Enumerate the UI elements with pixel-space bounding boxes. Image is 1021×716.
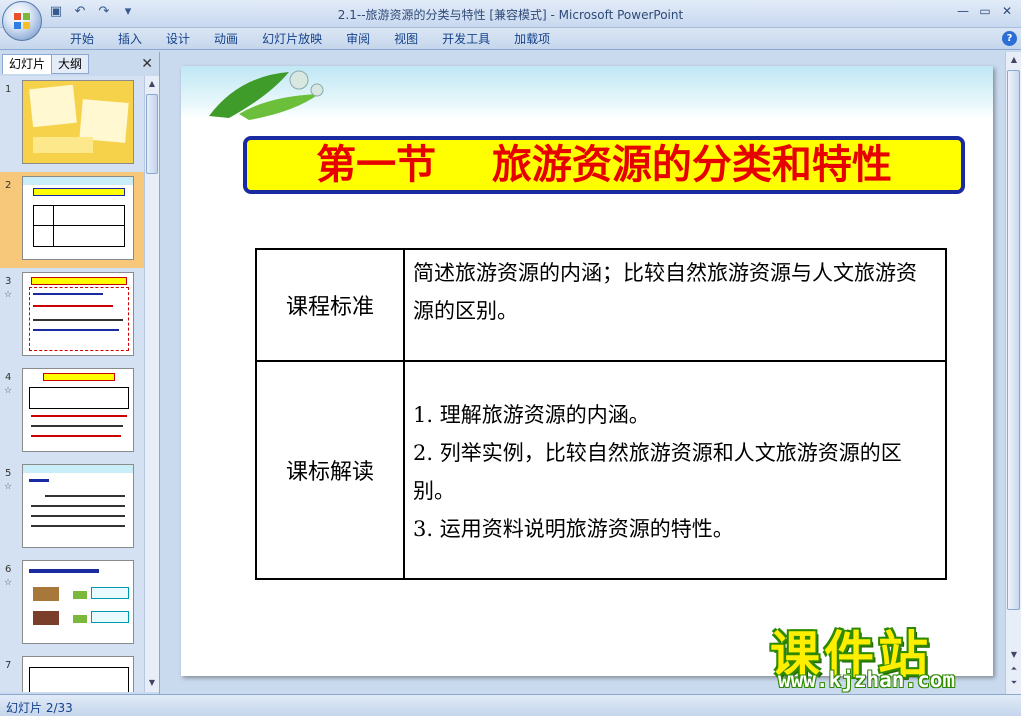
- help-icon[interactable]: ?: [1002, 31, 1017, 46]
- slide-number: 5: [5, 468, 12, 479]
- slide-preview: [22, 560, 134, 644]
- tab-slides[interactable]: 幻灯片: [2, 54, 53, 74]
- slide-thumbnail-3[interactable]: 3 ☆: [0, 268, 144, 364]
- scroll-thumb[interactable]: [146, 94, 158, 174]
- maximize-button[interactable]: ▭: [975, 2, 995, 20]
- slide-number: 4: [5, 372, 12, 383]
- slide-thumbnails: 1 2 3 ☆ 4 ☆ 5 ☆ 6 ☆ 7: [0, 76, 144, 692]
- table-cell-content: 简述旅游资源的内涵；比较自然旅游资源与人文旅游资源的区别。: [405, 250, 945, 362]
- slide-thumbnail-4[interactable]: 4 ☆: [0, 364, 144, 460]
- slide-thumbnail-6[interactable]: 6 ☆: [0, 556, 144, 652]
- slide-preview: [22, 176, 134, 260]
- office-logo-icon: [14, 13, 30, 29]
- tab-review[interactable]: 审阅: [334, 31, 382, 47]
- slide-preview: [22, 272, 134, 356]
- content-line: 1. 理解旅游资源的内涵。: [413, 403, 650, 427]
- close-icon[interactable]: ✕: [141, 56, 153, 72]
- slide-title-banner[interactable]: 第一节 旅游资源的分类和特性: [243, 136, 965, 194]
- ribbon-tabs: 开始 插入 设计 动画 幻灯片放映 审阅 视图 开发工具 加载项: [58, 31, 562, 47]
- scroll-down-icon[interactable]: ▼: [146, 676, 158, 690]
- minimize-button[interactable]: —: [953, 2, 973, 20]
- animation-star-icon: ☆: [4, 386, 13, 396]
- watermark-url: www.kjzhan.com: [778, 668, 956, 692]
- slide-editing-area: 第一节 旅游资源的分类和特性 课程标准 简述旅游资源的内涵；比较自然旅游资源与人…: [161, 52, 1005, 694]
- tab-home[interactable]: 开始: [58, 31, 106, 47]
- tab-view[interactable]: 视图: [382, 31, 430, 47]
- scroll-up-icon[interactable]: ▲: [146, 77, 158, 91]
- close-button[interactable]: ✕: [997, 2, 1017, 20]
- slide-thumbnail-5[interactable]: 5 ☆: [0, 460, 144, 556]
- slide-preview: [22, 656, 134, 692]
- tab-design[interactable]: 设计: [154, 31, 202, 47]
- scroll-up-icon[interactable]: ▲: [1008, 53, 1020, 67]
- animation-star-icon: ☆: [4, 578, 13, 588]
- content-line: 简述旅游资源的内涵；比较自然旅游资源与人文旅游资源的区别。: [413, 261, 917, 323]
- slide-number: 1: [5, 84, 12, 95]
- slide-number: 2: [5, 180, 12, 191]
- slide-number: 6: [5, 564, 12, 575]
- office-button[interactable]: [2, 1, 42, 41]
- tab-outline[interactable]: 大纲: [51, 54, 90, 74]
- tab-addins[interactable]: 加载项: [502, 31, 562, 47]
- table-cell-label: 课标解读: [257, 362, 405, 578]
- window-title: 2.1--旅游资源的分类与特性 [兼容模式] - Microsoft Power…: [337, 8, 684, 22]
- slide-thumbnail-2[interactable]: 2: [0, 172, 144, 268]
- thumbnail-scrollbar[interactable]: ▲ ▼: [144, 76, 159, 692]
- slide-scrollbar[interactable]: ▲ ▼ ⏶ ⏷: [1005, 52, 1021, 694]
- ribbon: 开始 插入 设计 动画 幻灯片放映 审阅 视图 开发工具 加载项 ?: [0, 28, 1021, 50]
- slide-title: 第一节 旅游资源的分类和特性: [316, 142, 892, 188]
- tab-insert[interactable]: 插入: [106, 31, 154, 47]
- status-bar: 幻灯片 2/33: [0, 694, 1021, 716]
- table-cell-label: 课程标准: [257, 250, 405, 362]
- slide-preview: [22, 464, 134, 548]
- leaf-decoration-icon: [209, 70, 324, 120]
- content-table[interactable]: 课程标准 简述旅游资源的内涵；比较自然旅游资源与人文旅游资源的区别。 课标解读 …: [255, 248, 947, 580]
- animation-star-icon: ☆: [4, 482, 13, 492]
- tab-slideshow[interactable]: 幻灯片放映: [250, 31, 334, 47]
- title-bar: ▣ ↶ ↷ ▾ 2.1--旅游资源的分类与特性 [兼容模式] - Microso…: [0, 0, 1021, 41]
- next-slide-icon[interactable]: ⏷: [1008, 676, 1020, 690]
- tab-developer[interactable]: 开发工具: [430, 31, 502, 47]
- slides-panel: 幻灯片 大纲 ✕ 1 2 3 ☆ 4 ☆ 5 ☆ 6 ☆ 7 ▲ ▼: [0, 52, 160, 694]
- table-cell-content: 1. 理解旅游资源的内涵。 2. 列举实例，比较自然旅游资源和人文旅游资源的区别…: [405, 362, 945, 578]
- slide-canvas[interactable]: 第一节 旅游资源的分类和特性 课程标准 简述旅游资源的内涵；比较自然旅游资源与人…: [181, 66, 993, 676]
- animation-star-icon: ☆: [4, 290, 13, 300]
- window-controls: — ▭ ✕: [953, 2, 1017, 20]
- slide-thumbnail-7[interactable]: 7: [0, 652, 144, 692]
- slide-thumbnail-1[interactable]: 1: [0, 76, 144, 172]
- slide-counter: 幻灯片 2/33: [6, 701, 73, 715]
- slide-preview: [22, 368, 134, 452]
- slide-preview: [22, 80, 134, 164]
- content-line: 2. 列举实例，比较自然旅游资源和人文旅游资源的区别。: [413, 441, 902, 503]
- slide-number: 3: [5, 276, 12, 287]
- previous-slide-icon[interactable]: ⏶: [1008, 662, 1020, 676]
- panel-tabs: 幻灯片 大纲: [2, 54, 90, 74]
- scroll-thumb[interactable]: [1007, 70, 1020, 610]
- slide-number: 7: [5, 660, 12, 671]
- tab-animation[interactable]: 动画: [202, 31, 250, 47]
- scroll-down-icon[interactable]: ▼: [1008, 648, 1020, 662]
- content-line: 3. 运用资料说明旅游资源的特性。: [413, 517, 734, 541]
